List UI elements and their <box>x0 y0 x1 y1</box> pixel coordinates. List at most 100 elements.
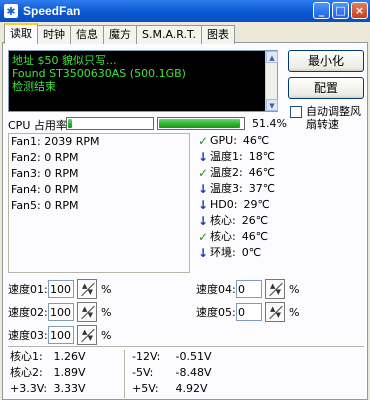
spin-down-icon[interactable]: ▼ <box>88 334 93 342</box>
tab-clock[interactable]: 时钟 <box>37 25 71 44</box>
auto-adjust-checkbox[interactable] <box>290 106 302 118</box>
spin-down-icon[interactable]: ▼ <box>88 288 93 296</box>
config-button[interactable]: 配置 <box>288 77 364 99</box>
temp-label: 核心: <box>210 214 236 227</box>
voltage-label: -12V: <box>132 350 161 363</box>
temp-value: 0℃ <box>241 246 262 259</box>
tab-info[interactable]: 信息 <box>70 25 104 44</box>
scroll-down-icon[interactable]: ▼ <box>266 99 278 111</box>
speed-05-stepper[interactable]: ▲ ▼ <box>265 302 285 322</box>
speed-control-05: 速度05: ▲ ▼ % <box>196 302 299 322</box>
fan-reading: Fan3: 0 RPM <box>11 167 79 180</box>
temperatures-panel: ✓ GPU: 46℃ ↓ 温度1: 18℃ ✓ 温度2: 46℃ ↓ 温度3: … <box>196 133 301 273</box>
speed-control-04: 速度04: ▲ ▼ % <box>196 279 299 299</box>
speed-label: 速度01: <box>8 283 48 296</box>
title-bar[interactable]: ✱ SpeedFan _ □ × <box>0 0 370 22</box>
fan-reading: Fan1: 2039 RPM <box>11 135 100 148</box>
temp-reading: ↓ 温度1: 18℃ <box>196 149 301 165</box>
title-buttons: _ □ × <box>313 2 368 19</box>
speed-03-stepper[interactable]: ▲ ▼ <box>77 325 97 345</box>
voltage-reading: 核心2: 1.89V <box>10 366 86 380</box>
check-icon: ✓ <box>197 230 209 244</box>
tab-charts[interactable]: 图表 <box>200 25 235 44</box>
arrow-down-icon: ↓ <box>197 198 209 212</box>
minimize-window-button[interactable]: _ <box>313 2 330 19</box>
temp-reading: ↓ 核心: 26℃ <box>196 213 301 229</box>
voltage-value: 1.26V <box>53 350 86 363</box>
speed-02-stepper[interactable]: ▲ ▼ <box>77 302 97 322</box>
speedfan-window: ✱ SpeedFan _ □ × 读取 时钟 信息 魔方 S.M.A.R.T. … <box>0 0 370 400</box>
voltage-reading: 核心1: 1.26V <box>10 350 86 364</box>
temp-value: 46℃ <box>242 134 270 147</box>
temp-label: 温度1: <box>210 150 243 163</box>
voltage-label: +5V: <box>132 382 159 395</box>
speed-04-stepper[interactable]: ▲ ▼ <box>265 279 285 299</box>
temp-reading: ↓ 环境: 0℃ <box>196 245 301 261</box>
temp-value: 18℃ <box>248 150 276 163</box>
temp-reading: ✓ 温度2: 46℃ <box>196 165 301 181</box>
voltages-panel: 核心1: 1.26V 核心2: 1.89V +3.3V: 3.33V -12V:… <box>8 350 364 398</box>
fans-panel: Fan1: 2039 RPM Fan2: 0 RPM Fan3: 0 RPM F… <box>8 133 190 273</box>
arrow-down-icon: ↓ <box>197 150 209 164</box>
speed-02-input[interactable] <box>48 303 74 321</box>
cpu-usage-label: CPU 占用率 <box>8 119 67 132</box>
speed-label: 速度03: <box>8 329 48 342</box>
temp-value: 37℃ <box>248 182 276 195</box>
temp-value: 46℃ <box>241 230 269 243</box>
voltage-label: -5V: <box>132 366 154 379</box>
log-scrollbar[interactable]: ▲ ▼ <box>265 51 278 111</box>
speedfan-app-icon: ✱ <box>4 4 18 18</box>
speed-05-input[interactable] <box>236 303 262 321</box>
tab-exotics[interactable]: 魔方 <box>103 25 137 44</box>
fan-reading: Fan4: 0 RPM <box>11 183 79 196</box>
maximize-window-button[interactable]: □ <box>332 2 349 19</box>
tab-smart[interactable]: S.M.A.R.T. <box>136 25 202 44</box>
auto-adjust-option[interactable]: 自动调整风扇转速 <box>290 105 370 131</box>
check-icon: ✓ <box>197 134 209 148</box>
speed-unit: % <box>101 305 112 319</box>
speed-label: 速度05: <box>196 306 236 319</box>
cpu-usage-bar-1-fill <box>68 119 73 128</box>
temp-label: HD0: <box>210 198 238 211</box>
speed-control-03: 速度03: ▲ ▼ % <box>8 325 111 345</box>
voltage-value: -8.48V <box>175 366 212 379</box>
cpu-usage-bar-2-fill <box>159 119 241 128</box>
voltage-divider <box>8 346 364 347</box>
speed-control-01: 速度01: ▲ ▼ % <box>8 279 111 299</box>
voltage-reading: +5V: 4.92V <box>132 382 208 396</box>
speed-unit: % <box>101 282 112 296</box>
temp-label: GPU: <box>210 134 237 147</box>
tab-readings[interactable]: 读取 <box>4 23 38 44</box>
spin-down-icon[interactable]: ▼ <box>276 288 281 296</box>
scroll-up-icon[interactable]: ▲ <box>266 51 278 63</box>
close-window-button[interactable]: × <box>351 2 368 19</box>
spin-down-icon[interactable]: ▼ <box>88 311 93 319</box>
temp-value: 29℃ <box>243 198 270 211</box>
log-line: 地址 $50 貌似只写... <box>12 54 117 67</box>
temp-reading: ↓ 温度3: 37℃ <box>196 181 301 197</box>
speed-01-input[interactable] <box>48 280 74 298</box>
auto-adjust-label: 自动调整风扇转速 <box>306 105 361 131</box>
speed-03-input[interactable] <box>48 326 74 344</box>
speed-unit: % <box>289 305 300 319</box>
log-box[interactable]: 地址 $50 貌似只写... Found ST3500630AS (500.1G… <box>8 50 278 112</box>
speed-01-stepper[interactable]: ▲ ▼ <box>77 279 97 299</box>
temp-reading: ↓ HD0: 29℃ <box>196 197 301 213</box>
cpu-usage-bar-2 <box>157 117 245 130</box>
temp-reading: ✓ GPU: 46℃ <box>196 133 301 149</box>
minimize-button[interactable]: 最小化 <box>288 50 364 72</box>
voltage-value: 4.92V <box>175 382 208 395</box>
voltage-column-separator <box>124 350 125 398</box>
arrow-down-icon: ↓ <box>197 246 209 260</box>
temp-label: 温度3: <box>210 182 243 195</box>
log-line: Found ST3500630AS (500.1GB) <box>12 67 186 80</box>
voltage-label: 核心1: <box>10 350 43 363</box>
cpu-usage-bar-1 <box>66 117 154 130</box>
spin-down-icon[interactable]: ▼ <box>276 311 281 319</box>
temp-reading: ✓ 核心: 46℃ <box>196 229 301 245</box>
speed-label: 速度04: <box>196 283 236 296</box>
tab-strip: 读取 时钟 信息 魔方 S.M.A.R.T. 图表 <box>4 23 235 44</box>
voltage-value: -0.51V <box>175 350 212 363</box>
speed-04-input[interactable] <box>236 280 262 298</box>
speed-unit: % <box>289 282 300 296</box>
